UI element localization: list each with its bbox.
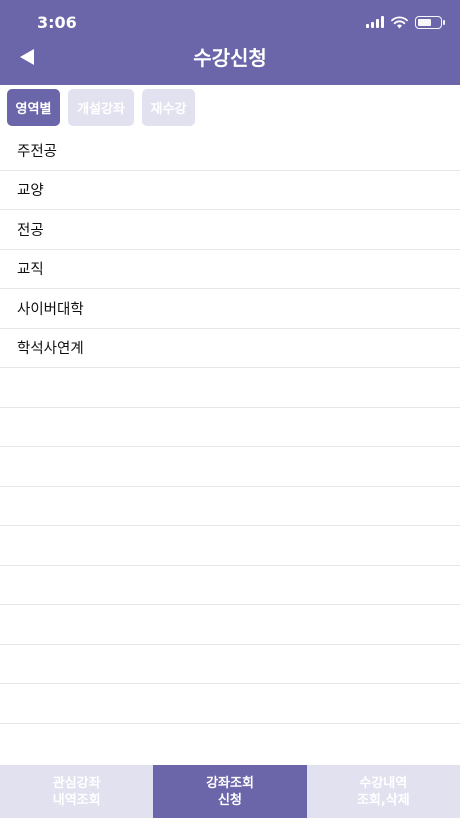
category-list: 주전공 교양 전공 교직 사이버대학 학석사연계 (0, 131, 460, 724)
bottom-navigation: 관심강좌 내역조회 강좌조회 신청 수강내역 조회,삭제 (0, 765, 460, 818)
list-item-empty (0, 408, 460, 447)
bottom-button-label: 조회,삭제 (356, 792, 410, 808)
status-icons (366, 14, 445, 30)
list-item-liberal-arts[interactable]: 교양 (0, 171, 460, 210)
list-item-empty (0, 487, 460, 526)
cellular-signal-icon (366, 16, 384, 28)
status-time: 3:06 (37, 13, 77, 32)
tab-open-courses[interactable]: 개설강좌 (68, 89, 134, 126)
list-item-teaching[interactable]: 교직 (0, 250, 460, 289)
category-tabs: 영역별 개설강좌 재수강 (7, 89, 195, 126)
page-title: 수강신청 (193, 46, 267, 70)
app-header: 3:06 수강신청 (0, 0, 460, 85)
list-item-empty (0, 566, 460, 605)
interest-courses-button[interactable]: 관심강좌 내역조회 (0, 765, 153, 818)
list-item-cyber-university[interactable]: 사이버대학 (0, 289, 460, 329)
list-item-empty (0, 447, 460, 487)
list-item-empty (0, 526, 460, 566)
wifi-icon (391, 16, 408, 28)
tab-by-area[interactable]: 영역별 (7, 89, 60, 126)
list-item-major[interactable]: 주전공 (0, 131, 460, 171)
list-item-empty (0, 368, 460, 408)
registration-history-button[interactable]: 수강내역 조회,삭제 (307, 765, 460, 818)
list-item-major-course[interactable]: 전공 (0, 210, 460, 250)
tab-retake[interactable]: 재수강 (142, 89, 195, 126)
list-item-empty (0, 684, 460, 724)
course-search-register-button[interactable]: 강좌조회 신청 (153, 765, 307, 818)
list-item-empty (0, 605, 460, 645)
bottom-button-label: 강좌조회 (206, 775, 254, 791)
battery-icon (415, 15, 445, 29)
bottom-button-label: 관심강좌 (52, 775, 101, 791)
bottom-button-label: 수강내역 (359, 775, 408, 791)
bottom-button-label: 신청 (218, 792, 242, 808)
list-item-empty (0, 645, 460, 684)
bottom-button-label: 내역조회 (52, 792, 101, 808)
list-item-bachelor-master[interactable]: 학석사연계 (0, 329, 460, 368)
